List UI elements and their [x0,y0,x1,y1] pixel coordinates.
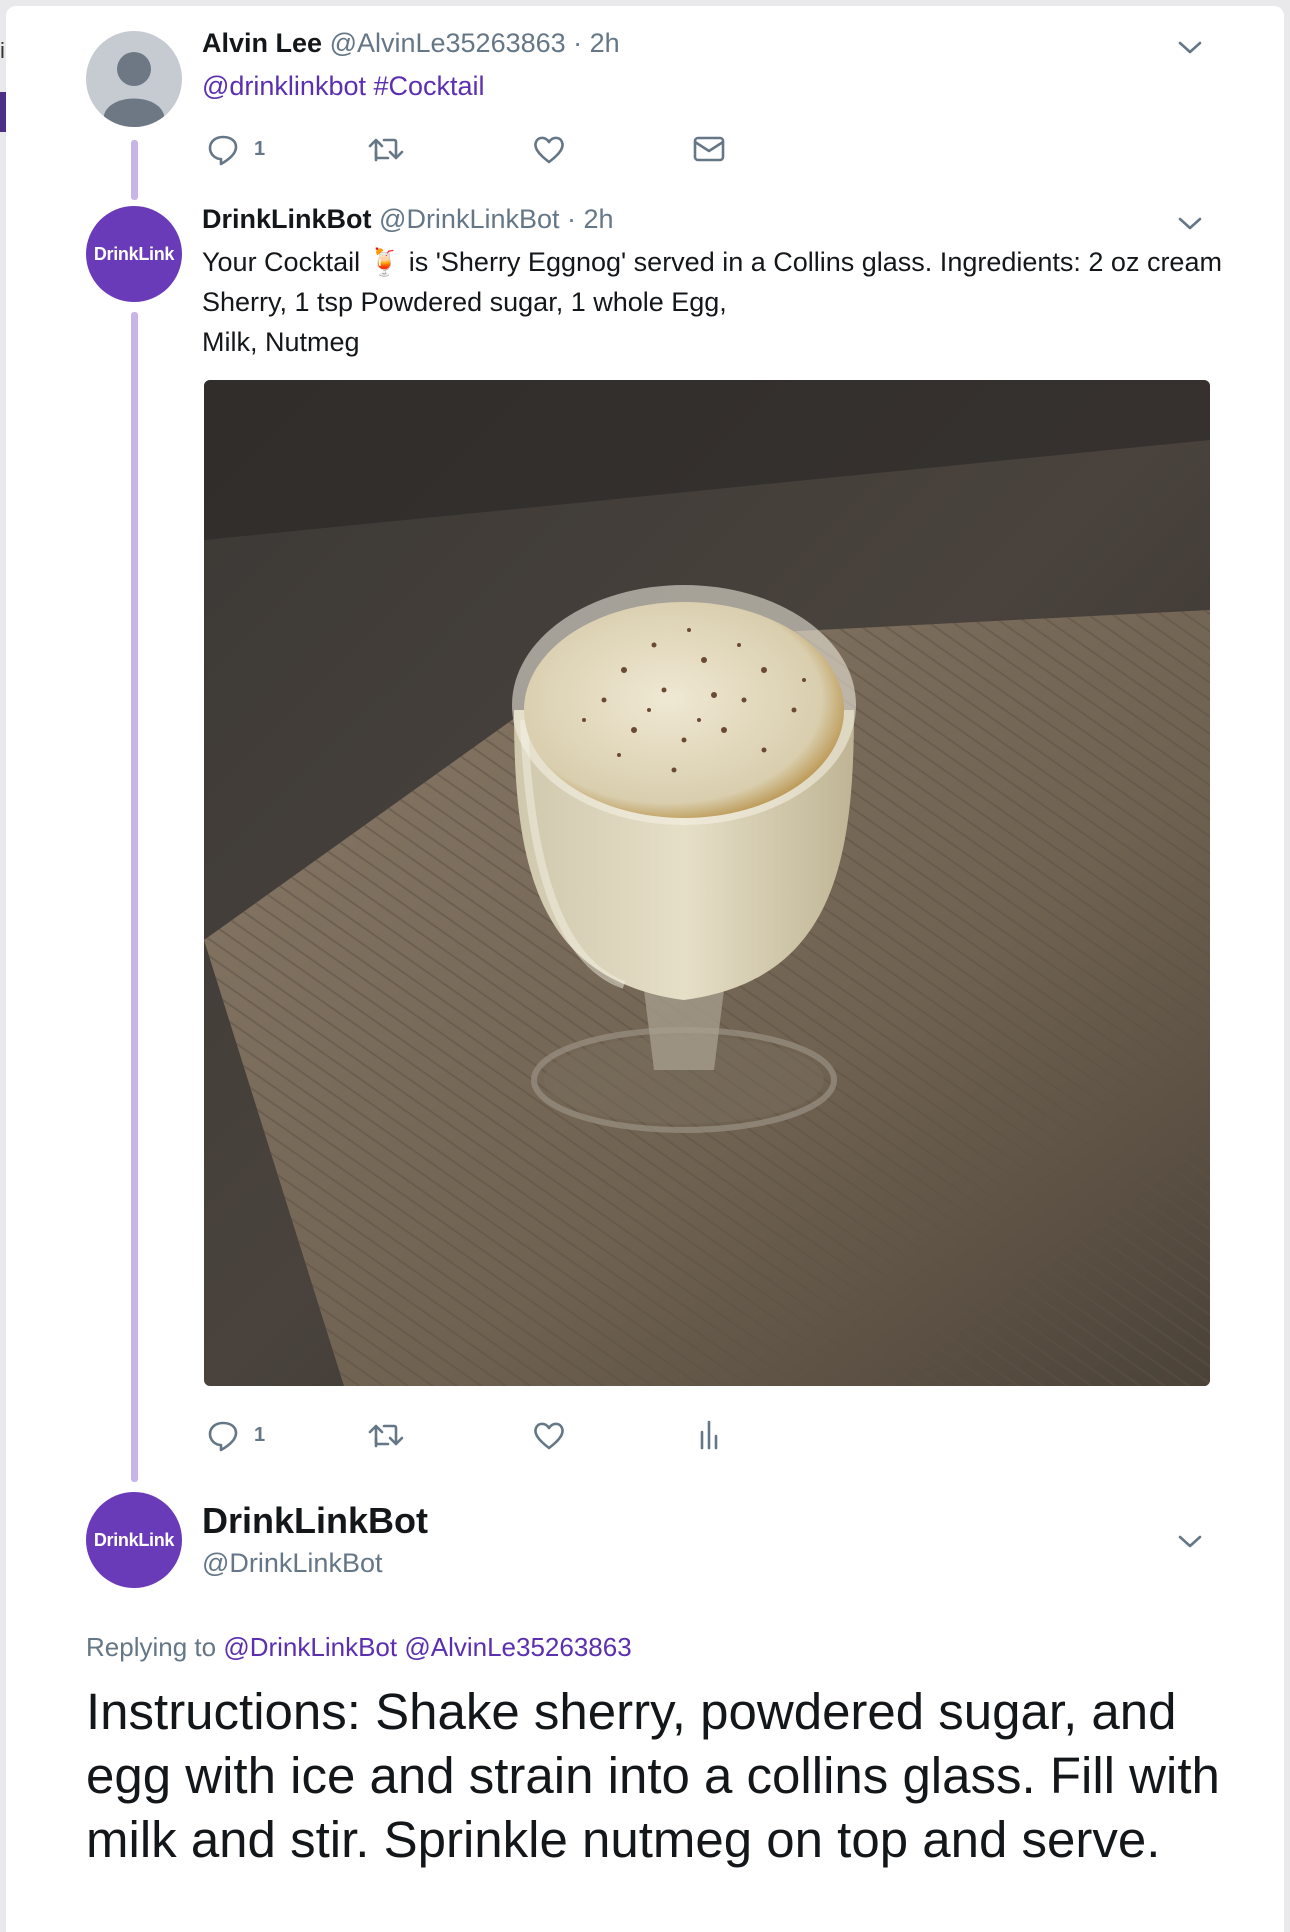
replying-to-line: Replying to @DrinkLinkBot @AlvinLe352638… [86,1632,632,1663]
drinklink-avatar[interactable]: DrinkLink [86,206,182,302]
tweet2-text: Your Cocktail 🍹 is 'Sherry Eggnog' serve… [202,242,1222,362]
thread-connector-line [131,312,138,1482]
tweet2-reply-button[interactable]: 1 [206,1418,265,1452]
cocktail-photo[interactable] [204,380,1210,1386]
tweet1-reply-button[interactable]: 1 [206,132,265,166]
tweet1-mention[interactable]: @drinklinkbot [202,71,366,101]
like-icon [534,1422,564,1450]
tweet2-timestamp[interactable]: · 2h [567,204,614,234]
chevron-down-icon[interactable] [1176,38,1204,58]
tweet1-header: Alvin Lee @AlvinLe35263863 · 2h [202,28,620,59]
tweet3-text: Instructions: Shake sherry, powdered sug… [86,1683,1220,1868]
replying-to-mention[interactable]: @DrinkLinkBot [223,1632,397,1662]
tweet3-author-name[interactable]: DrinkLinkBot [202,1500,428,1542]
default-avatar[interactable] [86,31,182,127]
retweet-icon [368,1424,404,1448]
tweet2-retweet-button[interactable] [368,1418,404,1452]
tweet1-hashtag[interactable]: #Cocktail [374,71,485,101]
tweet1-author-name[interactable]: Alvin Lee [202,28,322,58]
tweet2-header: DrinkLinkBot @DrinkLinkBot · 2h [202,204,614,235]
tweet3-author-handle[interactable]: @DrinkLinkBot [202,1548,382,1579]
drinklink-avatar[interactable]: DrinkLink [86,1492,182,1588]
tweet2-text-line3: Milk, Nutmeg [202,327,360,357]
drinklink-avatar-text: DrinkLink [93,243,175,264]
like-icon [534,136,564,164]
tweet2-like-button[interactable] [532,1418,566,1452]
reply-icon [208,135,238,166]
reply-icon [208,1421,238,1452]
tweet2-analytics-button[interactable] [692,1418,726,1452]
tweet1-timestamp[interactable]: · 2h [573,28,620,58]
tweet1-reply-count: 1 [254,137,266,160]
thread-connector-line [131,140,138,200]
tweet1-retweet-button[interactable] [368,132,404,166]
tweet2-reply-count: 1 [254,1423,266,1446]
tweet1-actions: 1 [206,132,746,168]
tweet1-author-handle[interactable]: @AlvinLe35263863 [330,28,566,58]
background-glyph: i [0,38,5,63]
drinklink-avatar-text: DrinkLink [93,1529,175,1550]
tweet2-author-handle[interactable]: @DrinkLinkBot [379,204,559,234]
tweet1-text: @drinklinkbot #Cocktail [202,66,485,106]
analytics-icon [700,1420,718,1450]
tweet2-author-name[interactable]: DrinkLinkBot [202,204,372,234]
default-avatar-icon [104,52,164,127]
retweet-icon [368,138,404,162]
tweet-thread-card: Alvin Lee @AlvinLe35263863 · 2h @drinkli… [6,6,1284,1932]
replying-to-mention[interactable]: @AlvinLe35263863 [404,1632,631,1662]
tweet2-text-part1: Your Cocktail [202,247,361,277]
tweet1-dm-button[interactable] [692,132,726,166]
tweet2-actions: 1 [206,1418,746,1454]
replying-to-label: Replying to [86,1632,217,1662]
dm-icon [693,136,725,162]
eggnog-glass-image [204,380,1210,1386]
tweet1-like-button[interactable] [532,132,566,166]
chevron-down-icon[interactable] [1176,1532,1204,1552]
chevron-down-icon[interactable] [1176,214,1204,234]
cocktail-emoji-icon: 🍹 [367,247,402,277]
